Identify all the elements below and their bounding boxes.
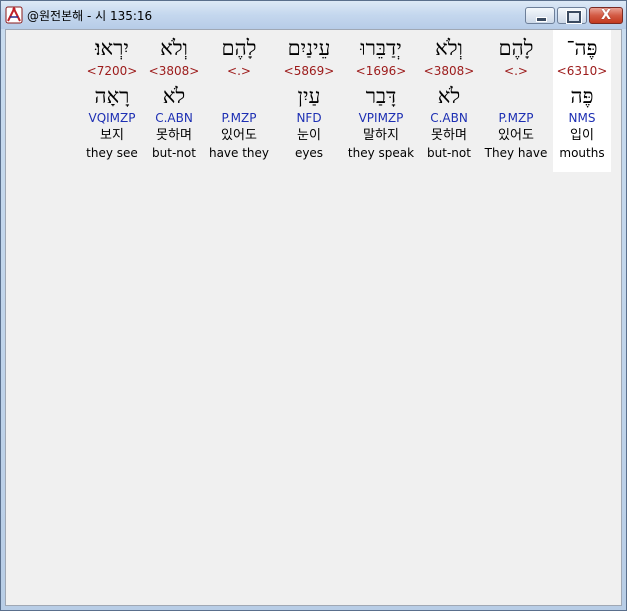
word-column-4[interactable]: יְדַבֵּרוּ <1696> דָּבַר VPIMZP 말하지 they… — [346, 30, 416, 161]
app-window: @원전본해 - 시 135:16 X פֶּה־ <6310> פֶּה NMS… — [0, 0, 627, 611]
korean-gloss: 입이 — [570, 128, 594, 143]
korean-gloss: 못하며 — [431, 128, 467, 143]
hebrew-word[interactable]: לָהֶם — [206, 30, 272, 62]
hebrew-word[interactable]: וְלֹא — [420, 30, 478, 62]
english-gloss: but-not — [152, 146, 196, 160]
hebrew-lemma: רָאָה — [94, 84, 130, 108]
bible-compass-icon[interactable] — [5, 6, 23, 24]
korean-gloss: 눈이 — [297, 128, 321, 143]
word-column-7[interactable]: וְלֹא <3808> לֹא C.ABN 못하며 but-not — [146, 30, 202, 161]
hebrew-lemma: פֶּה — [570, 84, 594, 108]
korean-gloss: 있어도 — [221, 128, 257, 143]
word-column-8[interactable]: יִרְאוּ׃ <7200> רָאָה VQIMZP 보지 they see — [82, 30, 142, 161]
english-gloss: mouths — [559, 146, 605, 160]
morphology-code: C.ABN — [430, 111, 468, 125]
word-column-1[interactable]: פֶּה־ <6310> פֶּה NMS 입이 mouths — [553, 30, 611, 172]
korean-gloss: 보지 — [100, 128, 124, 143]
korean-gloss: 못하며 — [156, 128, 192, 143]
english-gloss: but-not — [427, 146, 471, 160]
hebrew-lemma: עַיִן — [297, 84, 321, 108]
korean-gloss: 말하지 — [363, 128, 399, 143]
hebrew-word[interactable]: וְלֹא — [146, 30, 202, 62]
word-column-6[interactable]: לָהֶם <.> P.MZP 있어도 have they — [206, 30, 272, 161]
minimize-icon — [536, 17, 547, 22]
maximize-button[interactable] — [557, 7, 587, 24]
hebrew-lemma: דָּבַר — [365, 84, 397, 108]
strong-number[interactable]: <.> — [206, 62, 272, 80]
hebrew-lemma: לֹא — [162, 84, 186, 108]
hebrew-word[interactable]: עֵינַיִם — [276, 30, 342, 62]
maximize-icon — [567, 11, 581, 23]
word-column-3[interactable]: וְלֹא <3808> לֹא C.ABN 못하며 but-not — [420, 30, 478, 161]
english-gloss: they see — [86, 146, 138, 160]
morphology-code: NFD — [296, 111, 322, 125]
interlinear-panel[interactable]: פֶּה־ <6310> פֶּה NMS 입이 mouths לָהֶם <.… — [5, 29, 622, 606]
word-column-5[interactable]: עֵינַיִם <5869> עַיִן NFD 눈이 eyes — [276, 30, 342, 161]
hebrew-lemma — [482, 80, 550, 110]
minimize-button[interactable] — [525, 7, 555, 24]
english-gloss: they speak — [347, 146, 415, 160]
strong-number[interactable]: <6310> — [553, 62, 611, 80]
word-column-2[interactable]: לָהֶם <.> P.MZP 있어도 They have — [482, 30, 550, 161]
hebrew-lemma — [206, 80, 272, 110]
morphology-code: C.ABN — [155, 111, 193, 125]
strong-number[interactable]: <1696> — [346, 62, 416, 80]
close-icon: X — [600, 8, 612, 23]
english-gloss: eyes — [294, 146, 324, 160]
korean-gloss: 있어도 — [498, 128, 534, 143]
morphology-code: P.MZP — [221, 111, 257, 125]
hebrew-word[interactable]: פֶּה־ — [553, 30, 611, 62]
window-title: @원전본해 - 시 135:16 — [27, 9, 153, 23]
morphology-code: P.MZP — [498, 111, 534, 125]
title-bar[interactable]: @원전본해 - 시 135:16 X — [1, 1, 626, 29]
morphology-code: NMS — [568, 111, 596, 125]
morphology-code: VQIMZP — [88, 111, 136, 125]
strong-number[interactable]: <.> — [482, 62, 550, 80]
hebrew-word[interactable]: לָהֶם — [482, 30, 550, 62]
strong-number[interactable]: <3808> — [420, 62, 478, 80]
hebrew-word[interactable]: יִרְאוּ׃ — [82, 30, 142, 62]
strong-number[interactable]: <7200> — [82, 62, 142, 80]
english-gloss: have they — [208, 146, 270, 160]
strong-number[interactable]: <5869> — [276, 62, 342, 80]
morphology-code: VPIMZP — [358, 111, 404, 125]
hebrew-lemma: לֹא — [437, 84, 461, 108]
close-button[interactable]: X — [589, 7, 623, 24]
hebrew-word[interactable]: יְדַבֵּרוּ — [346, 30, 416, 62]
english-gloss: They have — [484, 146, 548, 160]
strong-number[interactable]: <3808> — [146, 62, 202, 80]
